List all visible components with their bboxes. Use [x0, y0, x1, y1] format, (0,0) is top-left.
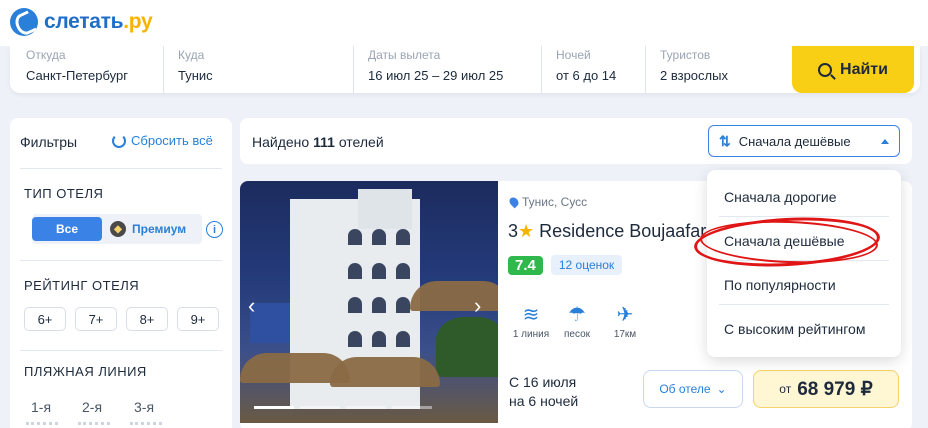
tourists-field[interactable]: Туристов 2 взрослых [646, 46, 792, 93]
from-field[interactable]: Откуда Санкт-Петербург [12, 46, 164, 93]
sort-option-popular[interactable]: По популярности [724, 277, 836, 293]
logo-text: слетать.ру [44, 10, 153, 33]
dates-field[interactable]: Даты вылета 16 июл 25 – 29 июл 25 [354, 46, 542, 93]
results-header: Найдено 111 отелей ⇅ Сначала дешёвые [240, 118, 912, 164]
refresh-icon [112, 133, 126, 148]
search-icon [818, 62, 833, 77]
hotel-name[interactable]: 3★ Residence Boujaafar [508, 221, 706, 242]
site-logo[interactable]: слетать.ру [10, 8, 153, 36]
sort-icon: ⇅ [719, 132, 731, 149]
rating-option[interactable]: 7+ [75, 307, 117, 331]
reviews-link[interactable]: 12 оценок [550, 255, 623, 275]
info-icon[interactable]: i [206, 221, 223, 238]
star-icon: ★ [518, 221, 535, 241]
find-button[interactable]: Найти [792, 46, 914, 93]
beach-line-option[interactable]: 1-я [31, 399, 51, 415]
amenity-beach-line: ≋ 1 линия [508, 301, 554, 340]
divider [20, 350, 222, 351]
palm-tree-icon: ☂ [568, 304, 586, 326]
found-count: Найдено 111 отелей [252, 134, 384, 150]
hotel-photo[interactable]: ‹ › [240, 181, 498, 423]
plane-icon: ✈ [616, 304, 634, 326]
slide-dot[interactable] [346, 406, 386, 409]
about-hotel-button[interactable]: Об отеле ⌄ [643, 370, 743, 408]
rating-badge: 7.4 [508, 255, 543, 275]
chevron-left-icon[interactable]: ‹ [248, 293, 255, 319]
wave-icon [130, 422, 162, 428]
chevron-up-icon [881, 139, 889, 144]
photo-pagination [254, 406, 432, 409]
filters-panel: Фильтры Сбросить всё ТИП ОТЕЛЯ Все ◆ Пре… [10, 118, 232, 428]
amenity-airport: ✈ 17км [602, 301, 648, 340]
hotel-type-toggle: Все ◆ Премиум [32, 214, 202, 244]
hotel-type-heading: ТИП ОТЕЛЯ [24, 186, 104, 201]
slide-dot[interactable] [300, 406, 340, 409]
price-button[interactable]: от 68 979 ₽ [753, 370, 899, 408]
rating-option[interactable]: 6+ [24, 307, 66, 331]
reset-filters-button[interactable]: Сбросить всё [112, 133, 213, 148]
hotel-location: Тунис, Сусс [507, 195, 587, 209]
beach-line-icon: ≋ [522, 304, 540, 326]
rating-option[interactable]: 8+ [126, 307, 168, 331]
slide-dot[interactable] [254, 406, 294, 409]
sort-option-expensive[interactable]: Сначала дорогие [724, 189, 837, 205]
wave-icon [26, 422, 58, 428]
wave-icon [78, 422, 110, 428]
diamond-icon: ◆ [110, 221, 126, 237]
location-pin-icon [507, 195, 521, 209]
beach-line-heading: ПЛЯЖНАЯ ЛИНИЯ [24, 364, 147, 379]
tour-dates: С 16 июля на 6 ночей [509, 374, 579, 409]
beach-line-option[interactable]: 2-я [82, 399, 102, 415]
hotel-rating: 7.4 12 оценок [508, 255, 623, 275]
search-bar: Откуда Санкт-Петербург Куда Тунис Даты в… [10, 46, 920, 93]
divider [20, 168, 222, 169]
beach-line-option[interactable]: 3-я [134, 399, 154, 415]
chevron-down-icon: ⌄ [716, 382, 727, 396]
filters-title: Фильтры [20, 134, 78, 150]
amenity-sand: ☂ песок [554, 301, 600, 340]
rating-option[interactable]: 9+ [177, 307, 219, 331]
hotel-type-all[interactable]: Все [32, 217, 102, 241]
divider [20, 260, 222, 261]
logo-icon [10, 8, 38, 36]
slide-dot[interactable] [392, 406, 432, 409]
to-field[interactable]: Куда Тунис [164, 46, 354, 93]
rating-heading: РЕЙТИНГ ОТЕЛЯ [24, 278, 140, 293]
hotel-type-premium[interactable]: ◆ Премиум [110, 221, 186, 237]
sort-select[interactable]: ⇅ Сначала дешёвые [708, 125, 900, 157]
top-header: слетать.ру [0, 0, 928, 46]
chevron-right-icon[interactable]: › [474, 293, 481, 319]
sort-option-top-rated[interactable]: С высоким рейтингом [724, 321, 865, 337]
nights-field[interactable]: Ночей от 6 до 14 [542, 46, 646, 93]
